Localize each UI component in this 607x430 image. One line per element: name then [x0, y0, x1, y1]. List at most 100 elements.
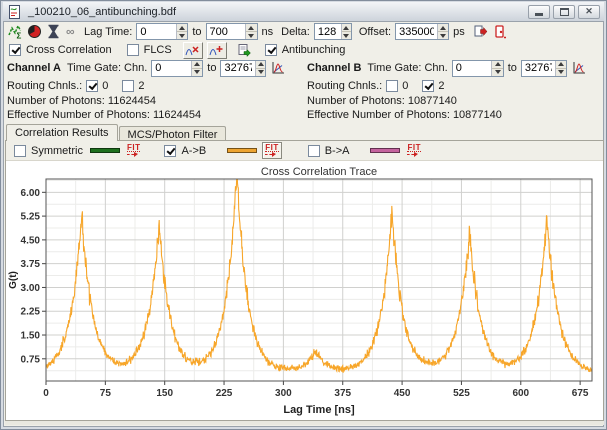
- minimize-icon: [535, 13, 543, 16]
- fit-b-to-a-button[interactable]: FIT: [405, 143, 423, 158]
- spin-down-icon[interactable]: [492, 69, 502, 76]
- tab-mcs-photon-filter[interactable]: MCS/Photon Filter: [119, 126, 227, 141]
- channel-a-gate-from-input[interactable]: [152, 61, 191, 76]
- to-label: to: [508, 62, 517, 74]
- tcspc-histogram-icon[interactable]: [270, 61, 286, 76]
- exit-icon[interactable]: [492, 24, 508, 39]
- fit-symmetric-button[interactable]: FIT: [125, 143, 143, 158]
- spin-up-icon[interactable]: [492, 61, 502, 69]
- routing-0-label: 0: [402, 80, 408, 92]
- x-tick-label: 0: [43, 388, 49, 399]
- spin-down-icon[interactable]: [342, 32, 351, 39]
- spin-down-icon[interactable]: [192, 69, 202, 76]
- y-tick-label: 2.25: [21, 307, 41, 318]
- channel-b-gate-from-field[interactable]: [452, 60, 504, 77]
- legend-symmetric-checkbox[interactable]: [14, 145, 26, 157]
- lag-time-to-field[interactable]: [206, 23, 258, 40]
- offset-field[interactable]: [395, 23, 449, 40]
- save-export-icon[interactable]: [237, 43, 253, 58]
- x-tick-label: 375: [334, 388, 351, 399]
- channel-a-gate-to-field[interactable]: [220, 60, 266, 77]
- cross-correlation-checkbox[interactable]: [9, 44, 21, 56]
- minimize-button[interactable]: [528, 5, 550, 19]
- spin-up-icon[interactable]: [177, 24, 187, 32]
- spin-up-icon[interactable]: [556, 61, 566, 69]
- legend-a-to-b-swatch: [227, 148, 257, 153]
- maximize-button[interactable]: [553, 5, 575, 19]
- plot-area: 0751502253003754505256006750.751.502.253…: [21, 167, 592, 400]
- channel-b-routing-2-checkbox[interactable]: [422, 80, 434, 92]
- fit-arrow-icon: [127, 152, 139, 157]
- channel-b-section: Channel B Time Gate: Chn. to Routing Chn…: [307, 59, 605, 123]
- titlebar: _100210_06_antibunching.bdf ✕: [3, 2, 604, 21]
- cross-correlation-chart: Cross Correlation Trace Lag Time [ns] G(…: [6, 161, 603, 420]
- antibunching-label: Antibunching: [282, 44, 346, 56]
- legend-a-to-b-checkbox[interactable]: [164, 145, 176, 157]
- tab-correlation-results[interactable]: Correlation Results: [6, 124, 118, 141]
- spin-down-icon[interactable]: [438, 32, 449, 39]
- spin-up-icon[interactable]: [192, 61, 202, 69]
- fit-a-to-b-button[interactable]: FIT: [262, 142, 282, 159]
- spin-down-icon[interactable]: [556, 69, 566, 76]
- y-tick-label: 1.50: [21, 331, 41, 342]
- lag-time-to-input[interactable]: [207, 24, 246, 39]
- tcspc-histogram-icon[interactable]: [571, 61, 587, 76]
- close-icon: ✕: [585, 7, 593, 16]
- routing-2-label: 2: [138, 80, 144, 92]
- app-window: _100210_06_antibunching.bdf ✕ Σ ∞ Lag Ti…: [0, 0, 607, 430]
- legend-a-to-b-label: A->B: [181, 145, 206, 157]
- offset-input[interactable]: [396, 24, 437, 39]
- window-title: _100210_06_antibunching.bdf: [28, 6, 528, 18]
- options-toolbar: Cross Correlation FLCS Antibunching: [4, 41, 603, 59]
- export-page-icon[interactable]: [473, 24, 489, 39]
- tab-bar: Correlation Results MCS/Photon Filter: [6, 124, 227, 141]
- spin-down-icon[interactable]: [256, 69, 266, 76]
- channel-a-gate-to-input[interactable]: [221, 61, 254, 76]
- close-button[interactable]: ✕: [578, 5, 600, 19]
- lag-time-from-input[interactable]: [137, 24, 176, 39]
- spin-down-icon[interactable]: [246, 32, 256, 39]
- channel-a-routing-0-checkbox[interactable]: [86, 80, 98, 92]
- y-tick-label: 3.00: [21, 283, 41, 294]
- channel-b-gate-to-input[interactable]: [522, 61, 555, 76]
- preview-glasses-icon[interactable]: ∞: [64, 24, 80, 39]
- sum-trace-icon[interactable]: Σ: [7, 24, 23, 39]
- lag-time-from-field[interactable]: [136, 23, 188, 40]
- delta-label: Delta:: [281, 26, 310, 38]
- spin-up-icon[interactable]: [256, 61, 266, 69]
- channel-a-routing-2-checkbox[interactable]: [122, 80, 134, 92]
- effective-photons-label: Effective Number of Photons:: [7, 109, 150, 121]
- channel-b-gate-to-field[interactable]: [521, 60, 567, 77]
- x-tick-label: 150: [156, 388, 173, 399]
- x-tick-label: 600: [512, 388, 529, 399]
- time-pie-icon[interactable]: [26, 24, 42, 39]
- fit-add-icon: [209, 43, 224, 58]
- antibunching-checkbox[interactable]: [265, 44, 277, 56]
- photons-value: 10877140: [408, 95, 457, 107]
- delta-field[interactable]: [314, 23, 352, 40]
- fit-add-button[interactable]: [207, 42, 227, 59]
- channel-a-gate-from-field[interactable]: [151, 60, 203, 77]
- delta-input[interactable]: [315, 24, 341, 39]
- legend-b-to-a-checkbox[interactable]: [308, 145, 320, 157]
- routing-label: Routing Chnls.:: [307, 80, 382, 92]
- spin-up-icon[interactable]: [246, 24, 256, 32]
- flcs-checkbox[interactable]: [127, 44, 139, 56]
- legend-symmetric-label: Symmetric: [31, 145, 83, 157]
- photons-value: 11624454: [108, 95, 156, 107]
- channel-b-gate-from-input[interactable]: [453, 61, 492, 76]
- x-tick-label: 300: [275, 388, 292, 399]
- spin-up-icon[interactable]: [342, 24, 351, 32]
- x-tick-label: 675: [572, 388, 589, 399]
- fit-remove-button[interactable]: [183, 42, 203, 59]
- offset-label: Offset:: [359, 26, 391, 38]
- maximize-icon: [560, 8, 569, 16]
- channel-b-routing-0-checkbox[interactable]: [386, 80, 398, 92]
- correlation-results-panel: Symmetric FIT A->B FIT: [5, 140, 604, 421]
- fit-arrow-icon: [265, 152, 277, 157]
- cross-correlation-label: Cross Correlation: [26, 44, 112, 56]
- spin-up-icon[interactable]: [438, 24, 449, 32]
- hourglass-icon[interactable]: [45, 24, 61, 39]
- document-file-icon: [7, 4, 23, 19]
- spin-down-icon[interactable]: [177, 32, 187, 39]
